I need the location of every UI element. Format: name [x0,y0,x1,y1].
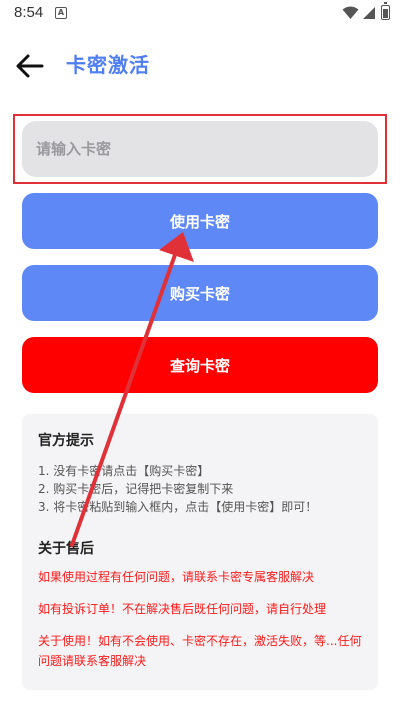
app-notification-icon: A [55,7,67,19]
tip-item: 2. 购买卡密后，记得把卡密复制下来 [38,482,234,496]
after-sales-notice: 关于使用！如有不会使用、卡密不存在，激活失败，等...任何问题请联系客服解决 [38,634,362,668]
status-time: 8:54 [14,4,44,21]
after-sales-notice: 如果使用过程有任何问题，请联系卡密专属客服解决 [38,570,315,584]
tips-list: 1. 没有卡密请点击【购买卡密】 2. 购买卡密后，记得把卡密复制下来 3. 将… [38,462,362,516]
after-sales-notice: 如有投诉订单！不在解决售后既任何问题，请自行处理 [38,602,327,616]
card-key-input[interactable] [22,121,378,177]
page-title: 卡密激活 [66,53,150,77]
arrow-left-icon [16,54,44,78]
use-card-button[interactable]: 使用卡密 [22,193,378,249]
battery-icon [381,2,390,20]
status-bar: 8:54 A [0,0,400,28]
info-panel: 官方提示 1. 没有卡密请点击【购买卡密】 2. 购买卡密后，记得把卡密复制下来… [22,414,378,690]
buy-card-button[interactable]: 购买卡密 [22,265,378,321]
wifi-icon [342,6,359,19]
back-button[interactable] [12,48,48,84]
signal-icon [363,7,375,19]
query-card-button[interactable]: 查询卡密 [22,337,378,393]
tips-title: 官方提示 [38,433,94,449]
after-sales-title: 关于售后 [38,541,94,557]
tip-item: 1. 没有卡密请点击【购买卡密】 [38,464,210,478]
tip-item: 3. 将卡密粘贴到输入框内，点击【使用卡密】即可！ [38,500,318,514]
